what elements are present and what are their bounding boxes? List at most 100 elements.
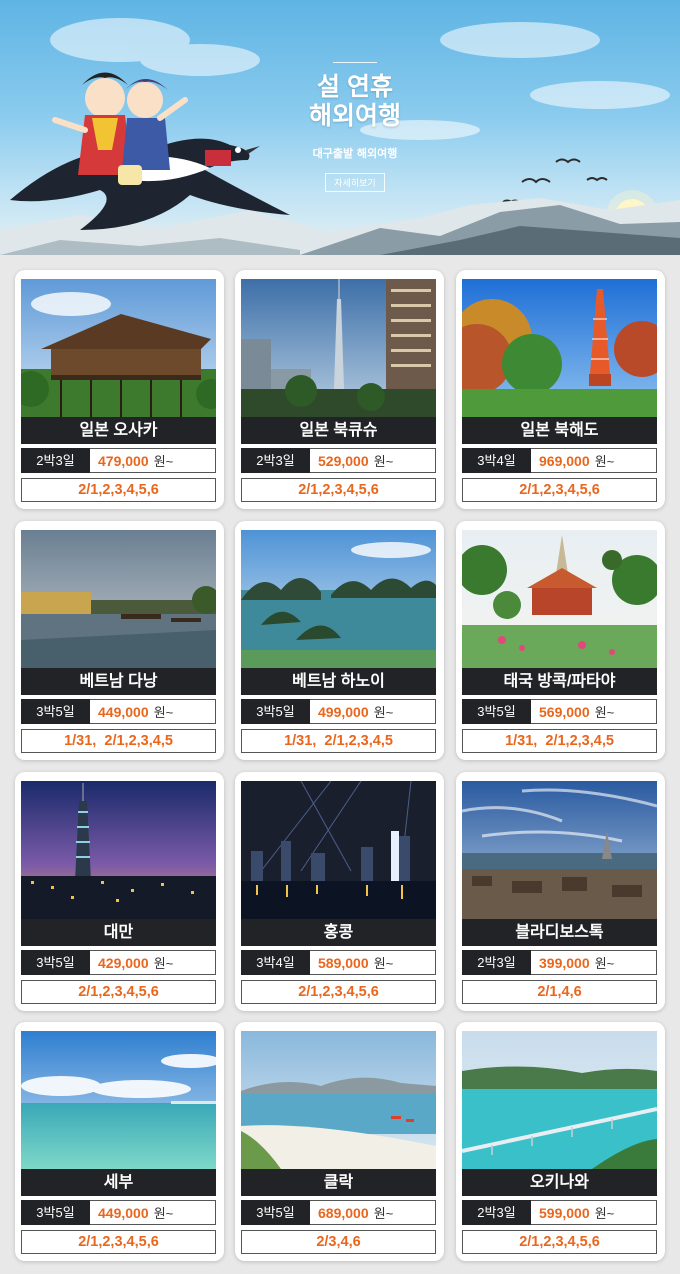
package-price: 429,000 [98,955,149,971]
banner-text: 설 연휴 해외여행 대구출발 해외여행 자세히보기 [280,62,430,192]
price-row: 3박5일 689,000 원~ [241,1200,436,1225]
package-name: 일본 북큐슈 [241,417,436,444]
price-row: 2박3일 479,000 원~ [21,448,216,473]
price-row: 3박5일 449,000 원~ [21,699,216,724]
price-box: 479,000 원~ [90,448,216,473]
departure-dates: 2/3,4,6 [241,1230,436,1254]
package-card-hokkaido[interactable]: 일본 북해도 3박4일 969,000 원~ 2/1,2,3,4,5,6 [456,270,665,509]
price-row: 2박3일 599,000 원~ [462,1200,657,1225]
price-row: 3박5일 499,000 원~ [241,699,436,724]
package-name: 클락 [241,1169,436,1196]
departure-dates: 2/1,2,3,4,5,6 [462,478,657,502]
trip-duration: 3박5일 [21,950,90,975]
clark-beach-photo[interactable] [241,1031,436,1169]
taipei-101-night-photo[interactable] [21,781,216,919]
package-name: 홍콩 [241,919,436,946]
wat-arun-photo[interactable] [462,530,657,668]
departure-dates: 1/31, 2/1,2,3,4,5 [241,729,436,753]
package-price: 589,000 [318,955,369,971]
trip-duration: 3박4일 [241,950,310,975]
package-card-hongkong[interactable]: 홍콩 3박4일 589,000 원~ 2/1,2,3,4,5,6 [235,772,444,1011]
departure-dates: 2/1,4,6 [462,980,657,1004]
cebu-sea-photo[interactable] [21,1031,216,1169]
divider [333,62,377,63]
package-name: 일본 오사카 [21,417,216,444]
package-card-bangkok-pattaya[interactable]: 태국 방콕/파타야 3박5일 569,000 원~ 1/31, 2/1,2,3,… [456,521,665,760]
price-row: 3박4일 969,000 원~ [462,448,657,473]
departure-dates: 2/1,2,3,4,5,6 [21,478,216,502]
package-name: 베트남 다낭 [21,668,216,695]
package-price: 969,000 [539,453,590,469]
halong-bay-photo[interactable] [241,530,436,668]
price-box: 599,000 원~ [531,1200,657,1225]
package-card-hanoi[interactable]: 베트남 하노이 3박5일 499,000 원~ 1/31, 2/1,2,3,4,… [235,521,444,760]
package-card-cebu[interactable]: 세부 3박5일 449,000 원~ 2/1,2,3,4,5,6 [15,1022,224,1261]
package-price: 529,000 [318,453,369,469]
package-card-danang[interactable]: 베트남 다낭 3박5일 449,000 원~ 1/31, 2/1,2,3,4,5 [15,521,224,760]
fukuoka-tower-photo[interactable] [241,279,436,417]
package-card-osaka[interactable]: 일본 오사카 2박3일 479,000 원~ 2/1,2,3,4,5,6 [15,270,224,509]
currency-label: 원~ [373,1206,394,1221]
trip-duration: 3박5일 [241,699,310,724]
package-name: 일본 북해도 [462,417,657,444]
package-card-vladivostok[interactable]: 블라디보스톡 2박3일 399,000 원~ 2/1,4,6 [456,772,665,1011]
price-row: 3박4일 589,000 원~ [241,950,436,975]
package-price: 499,000 [318,704,369,720]
price-box: 399,000 원~ [531,950,657,975]
departure-dates: 2/1,2,3,4,5,6 [21,980,216,1004]
package-name: 블라디보스톡 [462,919,657,946]
package-card-kitakyushu[interactable]: 일본 북큐슈 2박3일 529,000 원~ 2/1,2,3,4,5,6 [235,270,444,509]
trip-duration: 2박3일 [462,1200,531,1225]
trip-duration: 3박5일 [462,699,531,724]
hoian-river-photo[interactable] [21,530,216,668]
departure-dates: 1/31, 2/1,2,3,4,5 [21,729,216,753]
departure-dates: 2/1,2,3,4,5,6 [462,1230,657,1254]
price-row: 3박5일 429,000 원~ [21,950,216,975]
package-price: 449,000 [98,704,149,720]
currency-label: 원~ [153,454,174,469]
package-price: 399,000 [539,955,590,971]
price-box: 429,000 원~ [90,950,216,975]
kiyomizu-temple-photo[interactable] [21,279,216,417]
price-box: 689,000 원~ [310,1200,436,1225]
currency-label: 원~ [373,705,394,720]
banner-title-line1: 설 연휴 [317,73,393,101]
okinawa-kouri-bridge-photo[interactable] [462,1031,657,1169]
trip-duration: 3박5일 [21,699,90,724]
package-card-taiwan[interactable]: 대만 3박5일 429,000 원~ 2/1,2,3,4,5,6 [15,772,224,1011]
package-price: 599,000 [539,1205,590,1221]
package-price: 449,000 [98,1205,149,1221]
currency-label: 원~ [153,705,174,720]
currency-label: 원~ [153,1206,174,1221]
price-box: 569,000 원~ [531,699,657,724]
currency-label: 원~ [594,705,615,720]
sapporo-tv-tower-photo[interactable] [462,279,657,417]
hongkong-skyline-night-photo[interactable] [241,781,436,919]
trip-duration: 2박3일 [21,448,90,473]
departure-dates: 2/1,2,3,4,5,6 [21,1230,216,1254]
promo-banner: 설 연휴 해외여행 대구출발 해외여행 자세히보기 [0,0,680,255]
banner-subtitle: 대구출발 해외여행 [312,147,398,160]
details-button[interactable]: 자세히보기 [325,173,385,192]
price-box: 499,000 원~ [310,699,436,724]
package-card-clark[interactable]: 클락 3박5일 689,000 원~ 2/3,4,6 [235,1022,444,1261]
package-name: 세부 [21,1169,216,1196]
package-price: 479,000 [98,453,149,469]
package-card-okinawa[interactable]: 오키나와 2박3일 599,000 원~ 2/1,2,3,4,5,6 [456,1022,665,1261]
price-row: 3박5일 569,000 원~ [462,699,657,724]
price-box: 529,000 원~ [310,448,436,473]
banner-title-line2: 해외여행 [308,102,401,130]
price-box: 589,000 원~ [310,950,436,975]
trip-duration: 3박5일 [21,1200,90,1225]
trip-duration: 3박5일 [241,1200,310,1225]
price-row: 3박5일 449,000 원~ [21,1200,216,1225]
package-name: 대만 [21,919,216,946]
vladivostok-bridge-photo[interactable] [462,781,657,919]
currency-label: 원~ [153,956,174,971]
trip-duration: 2박3일 [241,448,310,473]
package-price: 689,000 [318,1205,369,1221]
currency-label: 원~ [594,956,615,971]
price-box: 449,000 원~ [90,1200,216,1225]
currency-label: 원~ [594,1206,615,1221]
price-box: 969,000 원~ [531,448,657,473]
